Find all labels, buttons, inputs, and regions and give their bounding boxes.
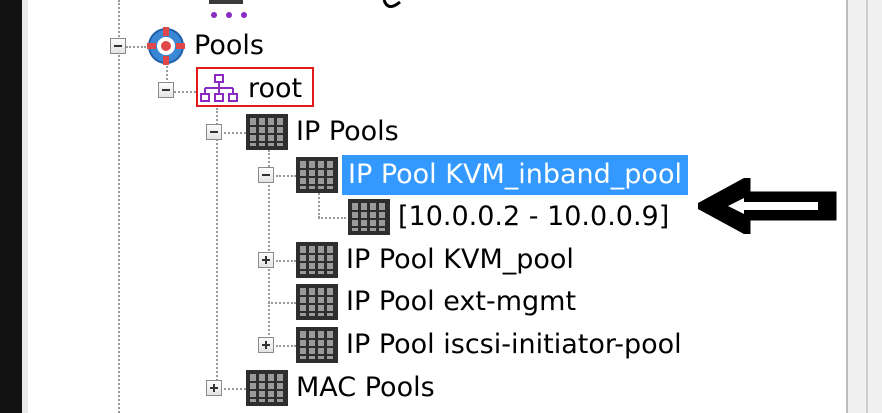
tree-line [268,302,296,304]
tree-node-ip-range[interactable]: [10.0.0.2 - 10.0.0.9] [398,199,669,235]
tree-node-iscsi-initiator-pool[interactable]: IP Pool iscsi-initiator-pool [346,327,682,363]
tree-line [118,0,120,413]
tree-line [126,46,146,48]
window-frame-left-border [22,0,28,413]
server-rack-icon [246,114,288,150]
tree-node-ext-mgmt[interactable]: IP Pool ext-mgmt [346,284,576,320]
server-rack-icon [296,242,338,278]
tree-line [224,132,246,134]
collapse-root-toggle[interactable] [158,82,174,98]
tree-line [216,108,218,388]
tree-node-pools[interactable]: Pools [194,28,264,64]
server-rack-icon [348,199,390,235]
tree-line [174,91,196,93]
expand-kvm-pool-toggle[interactable] [258,252,274,268]
server-rack-icon [296,157,338,193]
cut-off-node-label [378,0,408,16]
collapse-ip-pools-toggle[interactable] [206,124,222,140]
org-tree-icon [199,73,239,105]
server-rack-icon [296,327,338,363]
server-rack-icon [296,284,338,320]
tree-line [318,190,320,218]
expand-mac-pools-toggle[interactable] [206,380,222,396]
tree-node-ip-pools[interactable]: IP Pools [296,114,399,150]
tree-line [276,175,296,177]
tree-line [224,388,246,390]
collapse-kvm-inband-toggle[interactable] [258,167,274,183]
tree-line [318,217,346,219]
vertical-scrollbar[interactable] [846,0,882,413]
arrow-left-icon [692,174,838,238]
tree-node-kvm-inband-pool[interactable]: IP Pool KVM_inband_pool [342,155,688,195]
tree-line [276,345,296,347]
tree-node-root[interactable]: root [248,71,302,107]
tree-node-mac-pools[interactable]: MAC Pools [296,370,435,406]
server-rack-icon [246,370,288,406]
tree-node-kvm-pool[interactable]: IP Pool KVM_pool [346,242,574,278]
tree-line [276,260,296,262]
pools-icon [146,26,186,66]
window-frame-left [0,0,22,413]
cut-off-node-icon [205,0,265,20]
expand-iscsi-pool-toggle[interactable] [258,337,274,353]
collapse-pools-toggle[interactable] [110,38,126,54]
scrollbar-track[interactable] [866,0,868,413]
